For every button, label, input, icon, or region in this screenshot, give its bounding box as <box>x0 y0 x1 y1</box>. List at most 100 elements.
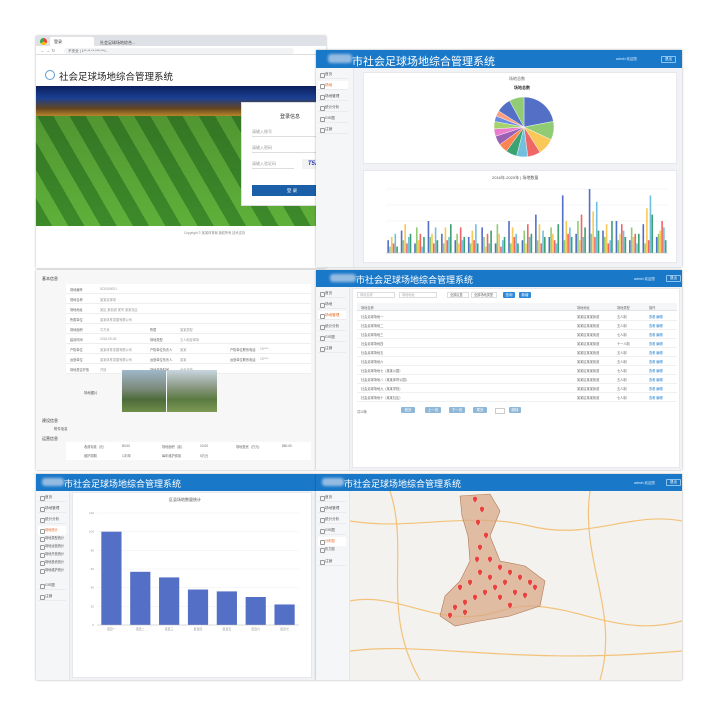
sub-maint-stats[interactable]: 场地维护统计 <box>38 566 66 575</box>
bar <box>646 208 648 253</box>
field-value[interactable]: 某某足球场 <box>100 297 116 302</box>
user-greeting: admin 欢迎您 <box>616 57 638 61</box>
nav-stadium[interactable]: 场地 <box>318 300 346 309</box>
field-label: 场地地址 <box>70 308 83 312</box>
nav-home[interactable]: 首页 <box>318 70 348 79</box>
field-value[interactable]: 某某 <box>180 357 186 362</box>
nav-gis[interactable]: GIS图 <box>318 526 346 535</box>
nav-stadium-mgmt[interactable]: 场地管理 <box>318 92 348 101</box>
pager-last[interactable]: 尾页 <box>473 407 487 413</box>
bar <box>459 227 462 253</box>
field-value[interactable]: 2016-09-05 <box>100 337 116 341</box>
field-value[interactable]: 开放 <box>100 367 106 372</box>
bar <box>496 224 499 253</box>
search-address-input[interactable]: 场地地址 <box>399 292 437 298</box>
detail-row: 产权单位 某某体育发展有限公司 产权单位负责人 某某 产权单位联系电话 13**** <box>66 344 311 354</box>
row-actions[interactable]: 查看 编辑 <box>649 332 663 337</box>
add-button[interactable]: 新增 <box>519 292 531 298</box>
nav-stats[interactable]: 统计分析 <box>318 515 346 524</box>
nav-stats[interactable]: 统计分析 <box>318 322 346 331</box>
row-actions[interactable]: 查看 编辑 <box>649 368 663 373</box>
bar <box>404 224 406 253</box>
bar <box>469 243 472 253</box>
tab-login[interactable]: 登录 <box>50 37 94 46</box>
table-row: 社会足球场地三 某某区某某街道 七人制 查看 编辑 <box>357 330 677 339</box>
password-field[interactable]: 请输入密码 <box>252 143 322 153</box>
logout-button[interactable]: 退出 <box>666 275 681 282</box>
row-actions[interactable]: 查看 编辑 <box>649 341 663 346</box>
field-value[interactable]: 某区 某街道 某号 某某社区 <box>100 307 138 312</box>
row-actions[interactable]: 查看 编辑 <box>649 314 663 319</box>
captcha-field[interactable]: 请输入验证码 <box>252 159 294 169</box>
url-field[interactable]: 不安全 | 1**.**.**.***:***/... <box>64 47 294 54</box>
nav-logout[interactable]: 注销 <box>318 125 348 134</box>
nav-gis[interactable]: GIS图 <box>318 333 346 342</box>
nav-home[interactable]: 首页 <box>38 493 66 502</box>
type-select[interactable]: 全部场地类型 <box>471 292 497 298</box>
bar <box>471 230 474 253</box>
tab-system[interactable]: 社会足球场地综合... <box>96 38 148 46</box>
nav-logout[interactable]: 注销 <box>38 592 66 601</box>
table-cell: 某某区某某街道 <box>577 324 600 328</box>
row-actions[interactable]: 查看 编辑 <box>649 359 663 364</box>
nav-logout[interactable]: 注销 <box>318 557 346 566</box>
district-select[interactable]: 全部区县 <box>447 292 469 298</box>
detail-window: 基本信息 场地编号 SC0000001 场地名称 某某足球场 场地地址 某区 某街道 某号… <box>36 270 316 470</box>
field-value[interactable]: 13**** <box>260 357 269 361</box>
field-value[interactable]: 五人制足球场 <box>180 337 199 342</box>
logout-button[interactable]: 退出 <box>666 479 681 486</box>
gis-map[interactable] <box>350 491 682 680</box>
search-name-input[interactable]: 场地名称 <box>357 292 395 298</box>
pagination: 共10条 首页 上一页 下一页 尾页 跳转 <box>357 407 677 415</box>
bar <box>647 240 650 253</box>
page-number-input[interactable] <box>495 408 505 414</box>
nav-arrows-icon[interactable]: ← → ↻ <box>40 48 55 54</box>
pager-prev[interactable]: 上一页 <box>425 407 441 413</box>
bar <box>473 240 475 253</box>
page-info: 共10条 <box>357 410 367 414</box>
row-actions[interactable]: 查看 编辑 <box>649 395 663 400</box>
nav-stats[interactable]: 统计分析 <box>318 103 348 112</box>
row-actions[interactable]: 查看 编辑 <box>649 386 663 391</box>
pager-first[interactable]: 首页 <box>401 407 415 413</box>
login-button[interactable]: 登 录 <box>252 185 326 196</box>
nav-home[interactable]: 首页 <box>318 493 346 502</box>
list-window: 市社会足球场地综合管理系统 admin 欢迎您 退出 首页 场地 场地管理 统计… <box>316 270 682 470</box>
logout-button[interactable]: 退出 <box>661 56 676 63</box>
nav-home[interactable]: 首页 <box>318 289 346 298</box>
row-actions[interactable]: 查看 编辑 <box>649 323 663 328</box>
nav-stadium-mgmt[interactable]: 场地管理 <box>318 311 346 320</box>
stats-window: 市社会足球场地综合管理系统 首页 场地管理 统计分析 场地统计 场地类型统计 场… <box>36 474 316 680</box>
field-value[interactable]: SC0000001 <box>100 287 117 291</box>
field-value[interactable]: 某某类型 <box>180 327 193 332</box>
address-bar[interactable]: ← → ↻ 不安全 | 1**.**.**.***:***/... <box>36 46 326 55</box>
pager-jump[interactable]: 跳转 <box>509 407 521 413</box>
row-actions[interactable]: 查看 编辑 <box>649 377 663 382</box>
nav-stadium-mgmt[interactable]: 场地管理 <box>318 504 346 513</box>
stats-card: 区县场地数量统计 0 20 40 60 80 100 120 区县一 区县二 区县三 区县四 区县五 区… <box>72 492 312 678</box>
field-value[interactable]: 某某 <box>180 347 186 352</box>
nav-stats[interactable]: 统计分析 <box>38 515 66 524</box>
field-value[interactable]: 某某体育发展有限公司 <box>100 347 132 352</box>
search-button[interactable]: 查询 <box>503 292 515 298</box>
field-value[interactable]: 某某体育发展有限公司 <box>100 317 132 322</box>
field-value[interactable]: 13**** <box>260 347 269 351</box>
nav-stadium[interactable]: 场地 <box>318 81 348 90</box>
table-cell: 七人制 <box>617 333 627 337</box>
field-value[interactable]: 某某体育发展有限公司 <box>100 357 132 362</box>
nav-stadium-mgmt[interactable]: 场地管理 <box>38 504 66 513</box>
x-tick-label: 区县一 <box>107 627 116 631</box>
bar <box>557 224 560 253</box>
field-value[interactable]: 平方米 <box>100 327 110 332</box>
bar-card-title: 2016年-2020年 | 场地数量 <box>492 175 539 180</box>
section-build: 建设信息 <box>42 418 58 423</box>
bar <box>634 233 637 253</box>
nav-gis[interactable]: GIS图 <box>318 114 348 123</box>
nav-logout[interactable]: 注销 <box>318 344 346 353</box>
nav-gis[interactable]: GIS图 <box>38 581 66 590</box>
sub-heat-map[interactable]: 热力图 <box>318 545 346 554</box>
pager-next[interactable]: 下一页 <box>449 407 465 413</box>
username-field[interactable]: 请输入账号 <box>252 127 322 137</box>
row-actions[interactable]: 查看 编辑 <box>649 350 663 355</box>
bar <box>555 243 558 253</box>
